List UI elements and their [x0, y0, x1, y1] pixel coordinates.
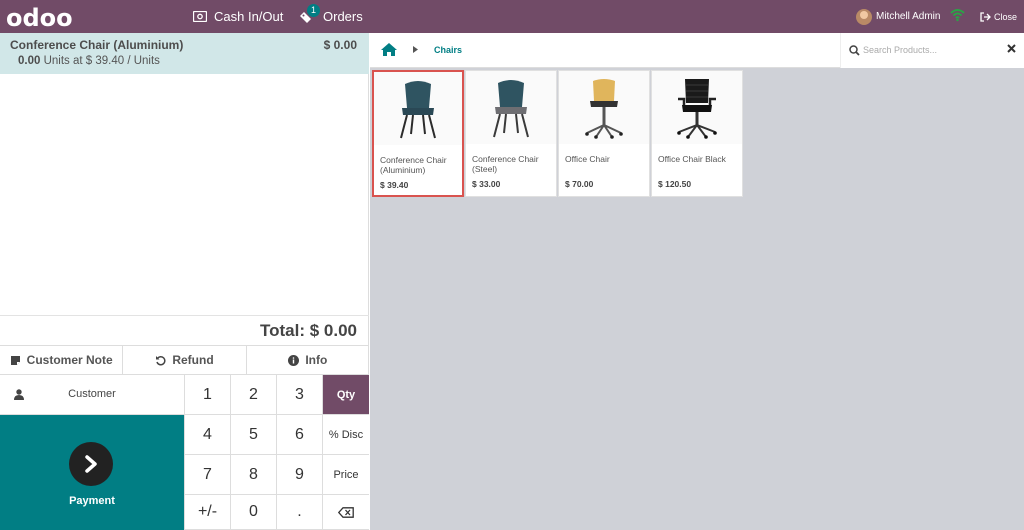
order-total: Total: $ 0.00 [260, 321, 357, 340]
product-name: Conference Chair (Steel) [472, 154, 539, 174]
caret-right-icon [413, 46, 418, 53]
discount-mode-button[interactable]: % Disc [322, 415, 369, 455]
order-line[interactable]: Conference Chair (Aluminium) $ 0.00 0.00… [0, 33, 369, 74]
product-card[interactable]: Office Chair $ 70.00 [558, 70, 650, 197]
backspace-icon [338, 506, 354, 518]
payment-button[interactable]: Payment [0, 415, 184, 530]
order-line-unit-info: Units at $ 39.40 / Units [43, 55, 160, 67]
info-label: Info [305, 353, 328, 367]
order-line-price: $ 0.00 [323, 38, 357, 52]
plus-minus-button[interactable]: +/- [184, 495, 230, 530]
orders-label: Orders [323, 9, 363, 24]
chair-image [585, 78, 623, 139]
price-mode-button[interactable]: Price [322, 455, 369, 495]
category-bar: Chairs [370, 33, 1024, 68]
search-input[interactable] [863, 43, 993, 57]
product-price: $ 120.50 [658, 179, 692, 189]
close-label: Close [994, 11, 1018, 22]
order-summary: Total: $ 0.00 [0, 315, 369, 345]
numpad-key-9[interactable]: 9 [276, 455, 322, 495]
numpad-key-0[interactable]: 0 [230, 495, 276, 530]
payment-circle [69, 442, 113, 486]
clear-search-icon[interactable] [1007, 44, 1016, 53]
product-name: Office Chair [565, 154, 610, 164]
info-button[interactable]: Info [247, 346, 369, 374]
decimal-point-button[interactable]: . [276, 495, 322, 530]
product-card[interactable]: Office Chair Black $ 120.50 [651, 70, 743, 197]
product-price: $ 33.00 [472, 179, 501, 189]
numpad: 1 2 3 Qty 4 5 6 % Disc 7 8 9 Price +/- 0… [184, 375, 369, 530]
customer-button[interactable]: Customer [0, 375, 184, 415]
product-image [466, 71, 556, 144]
product-name: Conference Chair (Aluminium) [380, 155, 447, 175]
product-image [559, 71, 649, 144]
product-image [374, 72, 462, 145]
chair-image [677, 78, 717, 139]
numpad-key-4[interactable]: 4 [184, 415, 230, 455]
numpad-key-7[interactable]: 7 [184, 455, 230, 495]
qty-mode-button[interactable]: Qty [322, 375, 369, 415]
close-button[interactable]: Close [980, 0, 1017, 33]
numpad-key-8[interactable]: 8 [230, 455, 276, 495]
backspace-button[interactable] [322, 495, 369, 530]
odoo-logo: odoo [6, 4, 73, 32]
customer-label: Customer [68, 388, 116, 400]
order-line-product: Conference Chair (Aluminium) [10, 38, 184, 52]
home-icon[interactable] [380, 42, 398, 57]
chair-image [493, 79, 529, 137]
chevron-right-icon [85, 455, 97, 473]
sign-out-icon [980, 11, 991, 22]
cash-in-out-button[interactable]: Cash In/Out [193, 0, 283, 33]
note-icon [10, 355, 20, 365]
customer-note-button[interactable]: Customer Note [0, 346, 124, 374]
info-icon [288, 354, 300, 366]
wifi-icon [950, 9, 965, 22]
orders-icon-wrap: 1 [299, 0, 320, 33]
order-line-qty: 0.00 [18, 55, 41, 67]
orders-count-badge: 1 [307, 4, 320, 17]
product-price: $ 70.00 [565, 179, 594, 189]
product-price: $ 39.40 [380, 180, 409, 190]
refund-button[interactable]: Refund [123, 346, 247, 374]
product-card[interactable]: Conference Chair (Steel) $ 33.00 [465, 70, 557, 197]
order-pane: Conference Chair (Aluminium) $ 0.00 0.00… [0, 33, 369, 530]
search-icon [849, 45, 860, 56]
chair-image [400, 80, 436, 138]
numpad-key-2[interactable]: 2 [230, 375, 276, 415]
user-menu[interactable]: Mitchell Admin [856, 0, 940, 33]
top-bar: odoo Cash In/Out 1 Orders Mitchell Admin [0, 0, 1024, 33]
customer-note-label: Customer Note [26, 353, 113, 367]
product-name: Office Chair Black [658, 154, 726, 164]
product-pane: Chairs Conference Chair (Aluminium) $ 39… [370, 33, 1024, 530]
refund-label: Refund [172, 353, 214, 367]
control-buttons: Customer Note Refund Info [0, 345, 369, 375]
breadcrumb-category[interactable]: Chairs [434, 45, 462, 55]
numpad-key-1[interactable]: 1 [184, 375, 230, 415]
order-line-detail: 0.00 Units at $ 39.40 / Units [18, 55, 160, 67]
avatar [856, 8, 872, 25]
user-name: Mitchell Admin [876, 11, 941, 22]
undo-icon [156, 355, 166, 365]
search-box [840, 33, 1024, 68]
cash-in-out-label: Cash In/Out [214, 9, 284, 24]
product-image [652, 71, 742, 144]
numpad-key-3[interactable]: 3 [276, 375, 322, 415]
payment-label: Payment [69, 495, 115, 507]
numpad-key-5[interactable]: 5 [230, 415, 276, 455]
product-card[interactable]: Conference Chair (Aluminium) $ 39.40 [372, 70, 464, 197]
numpad-key-6[interactable]: 6 [276, 415, 322, 455]
cash-icon [193, 11, 207, 22]
orders-button[interactable]: 1 Orders [299, 0, 363, 33]
